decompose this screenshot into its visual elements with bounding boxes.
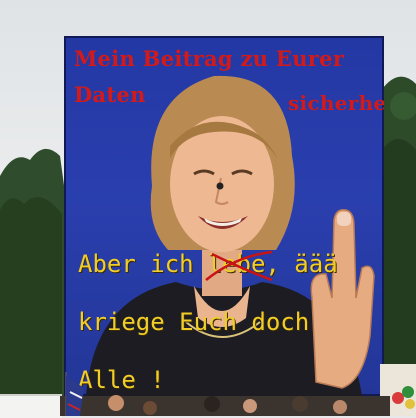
balloons (392, 386, 415, 409)
crowd (60, 372, 415, 416)
